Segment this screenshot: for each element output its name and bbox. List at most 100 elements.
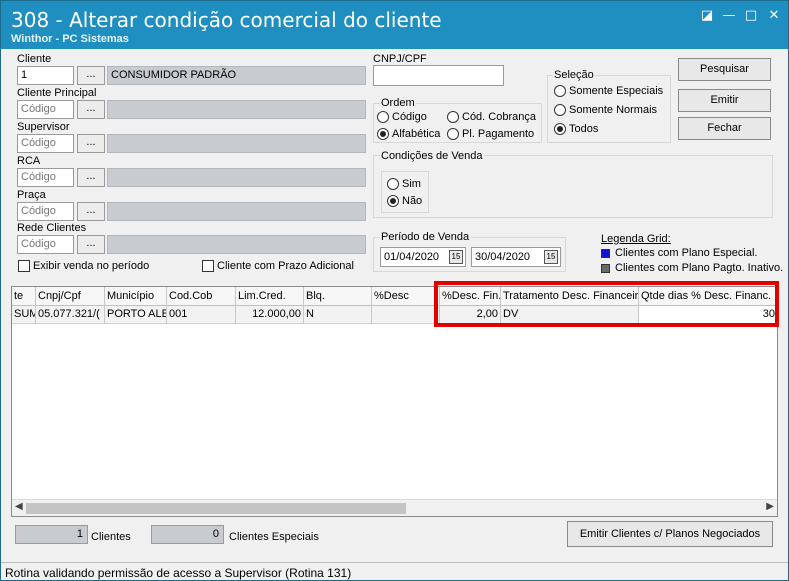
ordem-radio-cod-cobranca[interactable]: Cód. Cobrança	[447, 111, 536, 123]
selecao-radio-todos[interactable]: Todos	[554, 123, 598, 135]
grid-cell[interactable]: 05.077.321/(	[36, 306, 105, 324]
cliente-lookup-button[interactable]: ...	[77, 66, 105, 85]
grid-cell[interactable]: PORTO ALE(	[105, 306, 167, 324]
praca-lookup-button[interactable]: ...	[77, 202, 105, 221]
grid-cell[interactable]: 001	[167, 306, 236, 324]
maximize-icon[interactable]: □	[742, 7, 760, 25]
prazo-adicional-label: Cliente com Prazo Adicional	[217, 260, 354, 272]
emitir-clientes-button[interactable]: Emitir Clientes c/ Planos Negociados	[567, 521, 773, 547]
grid-cell[interactable]: N	[304, 306, 372, 324]
praca-label: Praça	[17, 189, 46, 201]
selecao-radio-especiais[interactable]: Somente Especiais	[554, 85, 663, 97]
radio-label: Não	[402, 195, 423, 207]
ordem-radio-alfabetica[interactable]: Alfabética	[377, 128, 440, 140]
pesquisar-label: Pesquisar	[700, 63, 749, 75]
emitir-clientes-label: Emitir Clientes c/ Planos Negociados	[579, 528, 761, 540]
legend-item-inativo: Clientes com Plano Pagto. Inativo.	[615, 262, 784, 274]
praca-input[interactable]: Código	[17, 202, 74, 221]
grid-cell[interactable]	[372, 306, 440, 324]
supervisor-input[interactable]: Código	[17, 134, 74, 153]
radio-circle[interactable]	[447, 111, 459, 123]
scroll-right-icon[interactable]: ▶	[766, 501, 774, 512]
cliente-label: Cliente	[17, 53, 52, 65]
especiais-count: 0	[151, 525, 224, 544]
condicoes-group	[373, 155, 773, 218]
exibir-venda-checkbox[interactable]: Exibir venda no período	[18, 260, 149, 272]
ordem-radio-pl-pagamento[interactable]: Pl. Pagamento	[447, 128, 534, 140]
grid-cell[interactable]: 12.000,00	[236, 306, 304, 324]
radio-label: Cód. Cobrança	[462, 111, 536, 123]
radio-circle[interactable]	[447, 128, 459, 140]
checkbox-box[interactable]	[202, 260, 214, 272]
emitir-label: Emitir	[710, 94, 739, 106]
cliente-principal-lookup-button[interactable]: ...	[77, 100, 105, 119]
supervisor-lookup-button[interactable]: ...	[77, 134, 105, 153]
radio-circle[interactable]	[554, 104, 566, 116]
radio-circle[interactable]	[554, 85, 566, 97]
radio-circle[interactable]	[377, 128, 389, 140]
rca-lookup-button[interactable]: ...	[77, 168, 105, 187]
col-header[interactable]: te	[12, 287, 36, 306]
radio-circle[interactable]	[554, 123, 566, 135]
ordem-radio-codigo[interactable]: Código	[377, 111, 427, 123]
radio-label: Sim	[402, 178, 421, 190]
radio-circle[interactable]	[377, 111, 389, 123]
cnpj-input[interactable]	[373, 65, 504, 86]
radio-circle[interactable]	[387, 178, 399, 190]
close-icon[interactable]: ✕	[765, 7, 783, 25]
col-header[interactable]: Lim.Cred.	[236, 287, 304, 306]
periodo-end-date[interactable]: 30/04/2020 15	[471, 247, 561, 267]
exibir-venda-label: Exibir venda no período	[33, 260, 150, 272]
fechar-button[interactable]: Fechar	[678, 117, 771, 140]
calendar-icon[interactable]: 15	[544, 250, 558, 264]
radio-label: Somente Normais	[569, 104, 658, 116]
rede-clientes-input[interactable]: Código	[17, 235, 74, 254]
col-header[interactable]: Cod.Cob	[167, 287, 236, 306]
scrollbar-thumb[interactable]	[26, 503, 406, 514]
praca-name-field	[107, 202, 366, 221]
cliente-name-field: CONSUMIDOR PADRÃO	[107, 66, 366, 85]
cliente-principal-name-field	[107, 100, 366, 119]
col-header[interactable]: Blq.	[304, 287, 372, 306]
minimize-icon[interactable]: —	[720, 7, 738, 25]
checkbox-box[interactable]	[18, 260, 30, 272]
radio-label: Pl. Pagamento	[462, 128, 535, 140]
ordem-label: Ordem	[380, 97, 416, 109]
rca-input[interactable]: Código	[17, 168, 74, 187]
col-header[interactable]: Município	[105, 287, 167, 306]
status-bar: Rotina validando permissão de acesso a S…	[1, 562, 788, 580]
cliente-code-input[interactable]: 1	[17, 66, 74, 85]
radio-label: Código	[392, 111, 427, 123]
col-header[interactable]: Cnpj/Cpf	[36, 287, 105, 306]
clientes-count-label: Clientes	[91, 531, 131, 543]
cliente-principal-input[interactable]: Código	[17, 100, 74, 119]
emitir-button[interactable]: Emitir	[678, 89, 771, 112]
rede-clientes-name-field	[107, 235, 366, 254]
calendar-icon[interactable]: 15	[449, 250, 463, 264]
rede-clientes-lookup-button[interactable]: ...	[77, 235, 105, 254]
pesquisar-button[interactable]: Pesquisar	[678, 58, 771, 81]
selecao-radio-normais[interactable]: Somente Normais	[554, 104, 657, 116]
condicoes-radio-nao[interactable]: Não	[387, 195, 422, 207]
legend-square-especial	[601, 249, 610, 258]
horizontal-scrollbar[interactable]: ◀ ▶	[12, 499, 777, 516]
radio-circle[interactable]	[387, 195, 399, 207]
prazo-adicional-checkbox[interactable]: Cliente com Prazo Adicional	[202, 260, 354, 272]
cnpj-label: CNPJ/CPF	[373, 53, 427, 65]
radio-label: Somente Especiais	[569, 85, 664, 97]
condicoes-label: Condições de Venda	[380, 150, 484, 162]
legend-square-inativo	[601, 264, 610, 273]
main-window: 308 - Alterar condição comercial do clie…	[0, 0, 789, 581]
rca-label: RCA	[17, 155, 41, 167]
scroll-left-icon[interactable]: ◀	[15, 501, 23, 512]
condicoes-radio-sim[interactable]: Sim	[387, 178, 421, 190]
window-title: 308 - Alterar condição comercial do clie…	[11, 8, 442, 32]
especiais-count-label: Clientes Especiais	[229, 531, 319, 543]
periodo-start-date[interactable]: 01/04/2020 15	[380, 247, 466, 267]
legend-item-especial: Clientes com Plano Especial.	[615, 247, 758, 259]
fechar-label: Fechar	[707, 122, 742, 134]
col-header[interactable]: %Desc	[372, 287, 440, 306]
grid-cell[interactable]: SUMI	[12, 306, 36, 324]
rca-name-field	[107, 168, 366, 187]
restore-icon[interactable]: ◪	[698, 7, 716, 25]
